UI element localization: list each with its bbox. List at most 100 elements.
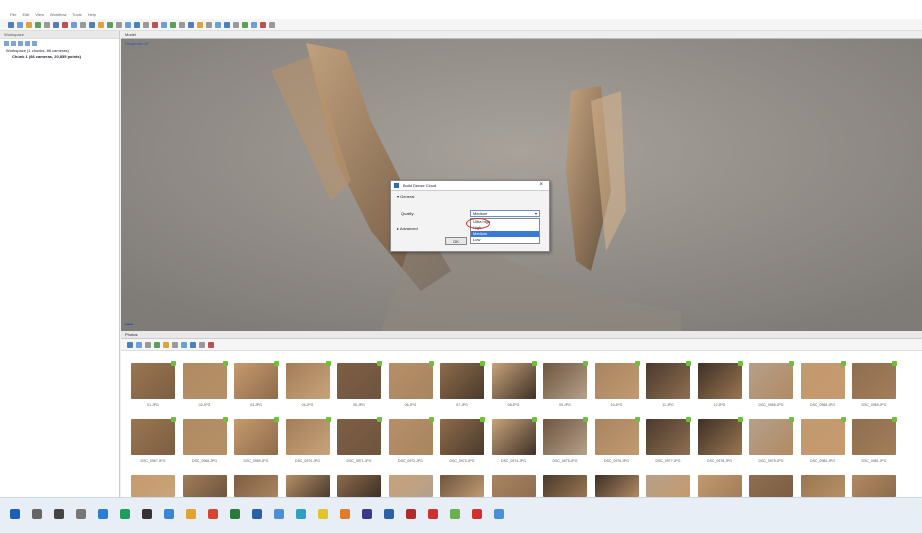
add-chunk-icon[interactable] [4, 41, 9, 46]
photo-thumbnail[interactable] [285, 419, 330, 455]
photo-thumbnail[interactable] [749, 475, 793, 497]
taskbar-app-icon[interactable] [450, 509, 460, 519]
remove-icon[interactable] [18, 41, 23, 46]
photo-thumbnail[interactable] [285, 475, 330, 497]
toolbar-tool-icon[interactable] [170, 21, 176, 28]
photo-thumbnail[interactable] [543, 363, 587, 399]
photo-thumbnail[interactable] [543, 419, 587, 455]
photo-thumbnail[interactable] [440, 363, 484, 399]
taskbar-app-icon[interactable] [76, 509, 86, 519]
toolbar-tool-icon[interactable] [260, 21, 266, 28]
toolbar-tool-icon[interactable] [251, 21, 257, 28]
photos-tool-icon[interactable] [127, 341, 133, 348]
menu-help[interactable]: Help [88, 12, 96, 17]
toolbar-tool-icon[interactable] [188, 21, 194, 28]
taskbar-app-icon[interactable] [274, 509, 284, 519]
toolbar-tool-icon[interactable] [107, 21, 113, 28]
photos-tool-icon[interactable] [154, 341, 160, 348]
close-icon[interactable]: × [539, 181, 543, 190]
photo-thumbnail[interactable] [182, 419, 227, 455]
photo-thumbnail[interactable] [131, 475, 175, 497]
taskbar-app-icon[interactable] [472, 509, 482, 519]
photos-tool-icon[interactable] [172, 341, 178, 348]
advanced-section[interactable]: ▸ Advanced [397, 226, 418, 231]
photos-tool-icon[interactable] [145, 341, 151, 348]
toolbar-tool-icon[interactable] [44, 21, 50, 28]
taskbar-app-icon[interactable] [208, 509, 218, 519]
taskbar-app-icon[interactable] [54, 509, 64, 519]
photo-thumbnail[interactable] [440, 475, 484, 497]
taskbar-app-icon[interactable] [428, 509, 438, 519]
taskbar-app-icon[interactable] [142, 509, 152, 519]
taskbar-app-icon[interactable] [362, 509, 372, 519]
photo-thumbnail[interactable] [337, 363, 381, 399]
toolbar-tool-icon[interactable] [26, 21, 32, 28]
photo-thumbnail[interactable] [234, 363, 278, 399]
toolbar-tool-icon[interactable] [143, 21, 149, 28]
toolbar-tool-icon[interactable] [179, 21, 185, 28]
taskbar-app-icon[interactable] [186, 509, 196, 519]
toolbar-tool-icon[interactable] [206, 21, 212, 28]
taskbar-app-icon[interactable] [230, 509, 240, 519]
photo-thumbnail[interactable] [749, 419, 793, 455]
photo-thumbnail[interactable] [800, 475, 845, 497]
photos-tool-icon[interactable] [208, 341, 214, 348]
toolbar-tool-icon[interactable] [8, 21, 14, 28]
photo-thumbnail[interactable] [852, 419, 896, 455]
photo-thumbnail[interactable] [337, 475, 381, 497]
taskbar-app-icon[interactable] [120, 509, 130, 519]
photo-thumbnail[interactable] [697, 475, 742, 497]
toolbar-tool-icon[interactable] [152, 21, 158, 28]
photo-thumbnail[interactable] [646, 363, 690, 399]
toolbar-tool-icon[interactable] [233, 21, 239, 28]
general-section[interactable]: ▾ General [397, 194, 414, 199]
disable-icon[interactable] [32, 41, 37, 46]
photo-thumbnail[interactable] [388, 419, 433, 455]
photo-thumbnail[interactable] [697, 419, 742, 455]
enable-icon[interactable] [25, 41, 30, 46]
menu-edit[interactable]: Edit [22, 12, 29, 17]
menu-view[interactable]: View [35, 12, 44, 17]
photo-thumbnail[interactable] [491, 363, 536, 399]
toolbar-tool-icon[interactable] [215, 21, 221, 28]
taskbar-app-icon[interactable] [32, 509, 42, 519]
photo-thumbnail[interactable] [749, 363, 793, 399]
photo-thumbnail[interactable] [131, 419, 175, 455]
photo-thumbnail[interactable] [800, 419, 845, 455]
toolbar-tool-icon[interactable] [89, 21, 95, 28]
photo-thumbnail[interactable] [388, 475, 433, 497]
photos-tool-icon[interactable] [163, 341, 169, 348]
toolbar-tool-icon[interactable] [161, 21, 167, 28]
photo-thumbnail[interactable] [491, 475, 536, 497]
photos-tool-icon[interactable] [199, 341, 205, 348]
tab-model[interactable]: Model [125, 32, 136, 37]
taskbar-app-icon[interactable] [164, 509, 174, 519]
toolbar-tool-icon[interactable] [80, 21, 86, 28]
toolbar-tool-icon[interactable] [62, 21, 68, 28]
toolbar-tool-icon[interactable] [53, 21, 59, 28]
taskbar-app-icon[interactable] [318, 509, 328, 519]
photo-thumbnail[interactable] [440, 419, 484, 455]
taskbar-app-icon[interactable] [406, 509, 416, 519]
photo-thumbnail[interactable] [594, 363, 639, 399]
photo-thumbnail[interactable] [182, 363, 227, 399]
toolbar-tool-icon[interactable] [35, 21, 41, 28]
toolbar-tool-icon[interactable] [197, 21, 203, 28]
menu-file[interactable]: File [10, 12, 16, 17]
toolbar-tool-icon[interactable] [242, 21, 248, 28]
taskbar-app-icon[interactable] [98, 509, 108, 519]
photos-tool-icon[interactable] [181, 341, 187, 348]
taskbar-app-icon[interactable] [10, 509, 20, 519]
photo-thumbnail[interactable] [337, 419, 381, 455]
photos-tool-icon[interactable] [190, 341, 196, 348]
add-photos-icon[interactable] [11, 41, 16, 46]
photo-thumbnail[interactable] [594, 475, 639, 497]
taskbar-app-icon[interactable] [494, 509, 504, 519]
photo-thumbnail[interactable] [543, 475, 587, 497]
option-low[interactable]: Low [471, 237, 539, 243]
toolbar-tool-icon[interactable] [98, 21, 104, 28]
photo-thumbnail[interactable] [234, 419, 278, 455]
tree-chunk[interactable]: Chunk 1 (86 cameras, 20,855 points) [0, 54, 119, 60]
photo-thumbnail[interactable] [182, 475, 227, 497]
photo-thumbnail[interactable] [285, 363, 330, 399]
